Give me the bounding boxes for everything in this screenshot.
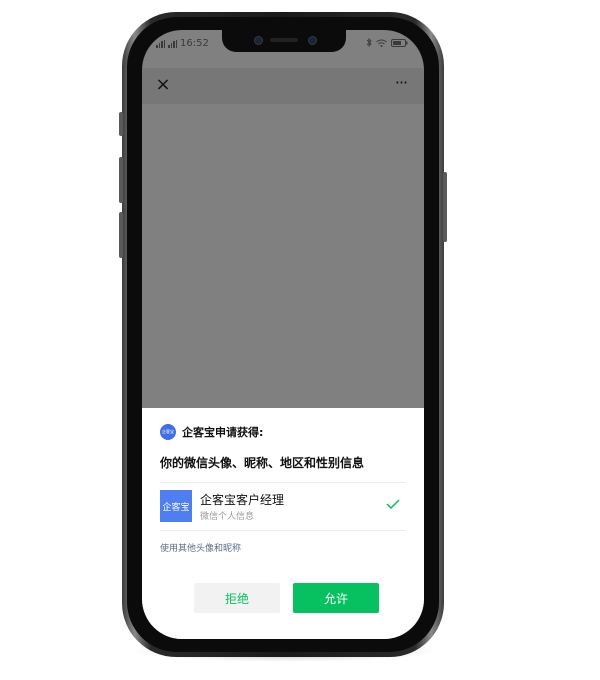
speaker-grille (270, 38, 298, 42)
more-icon[interactable]: ··· (390, 74, 412, 96)
account-name: 企客宝客户经理 (200, 493, 285, 507)
mute-switch (119, 112, 123, 136)
permission-scope: 你的微信头像、昵称、地区和性别信息 (160, 456, 365, 470)
auth-sheet: 企客宝 企客宝申请获得: 你的微信头像、昵称、地区和性别信息 企客宝 企客宝客户… (142, 408, 424, 639)
signal-icon (156, 39, 165, 48)
account-option[interactable]: 企客宝 企客宝客户经理 微信个人信息 (160, 490, 406, 524)
phone-notch (222, 30, 346, 52)
status-left: 16:52 (156, 38, 209, 49)
divider (160, 530, 406, 531)
phone-screen: 16:52 × ··· 企客宝 企客宝申请获得: 你的微信头像、昵称、地区和性别… (142, 30, 424, 639)
app-logo: 企客宝 (160, 424, 176, 440)
account-subtitle: 微信个人信息 (200, 512, 255, 522)
close-icon[interactable]: × (152, 74, 174, 96)
wifi-icon (376, 39, 387, 47)
signal-icon (168, 39, 177, 48)
volume-down-button (119, 212, 123, 258)
avatar: 企客宝 (160, 490, 192, 522)
sensor-icon (308, 36, 317, 45)
battery-icon (391, 38, 408, 47)
nav-bar: × ··· (142, 68, 424, 104)
bluetooth-icon (366, 38, 372, 47)
sheet-header: 企客宝 企客宝申请获得: (160, 424, 263, 440)
phone-frame: 16:52 × ··· 企客宝 企客宝申请获得: 你的微信头像、昵称、地区和性别… (119, 12, 447, 657)
divider (160, 482, 406, 483)
volume-up-button (119, 157, 123, 203)
checkmark-icon (386, 499, 400, 509)
allow-button[interactable]: 允许 (293, 583, 379, 613)
power-button (443, 172, 447, 242)
status-time: 16:52 (180, 38, 209, 49)
request-title: 企客宝申请获得: (182, 426, 264, 439)
status-right (366, 38, 408, 47)
camera-icon (254, 36, 263, 45)
reject-button[interactable]: 拒绝 (194, 583, 280, 613)
use-other-profile-link[interactable]: 使用其他头像和昵称 (160, 541, 241, 554)
